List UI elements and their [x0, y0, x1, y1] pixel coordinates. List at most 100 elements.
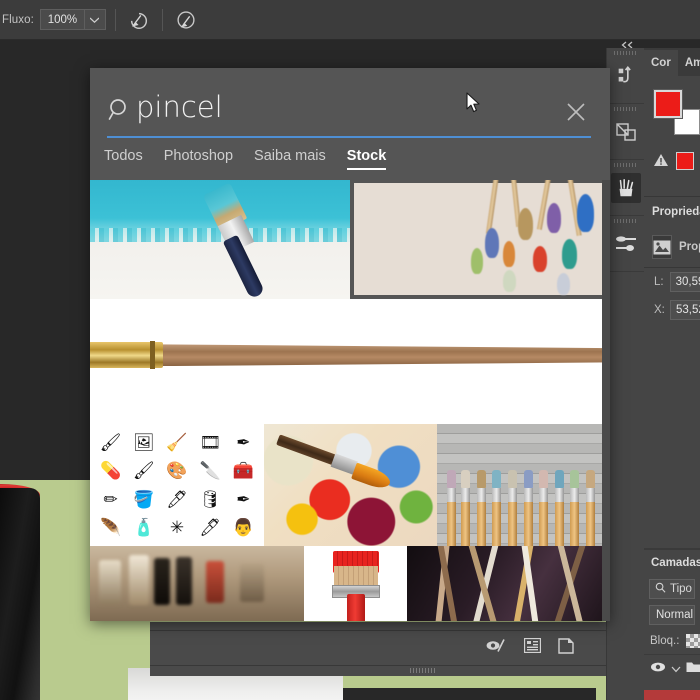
brush-tip — [532, 245, 547, 272]
panel-grip — [614, 107, 638, 111]
foreground-color-swatch[interactable] — [653, 89, 683, 119]
tab-todos[interactable]: Todos — [104, 148, 143, 170]
sidebar-item-layer-comps[interactable] — [607, 104, 645, 160]
icon-pen-2: ✒ — [236, 489, 251, 509]
eye-icon[interactable] — [650, 660, 666, 678]
property-row-x: X: 53,52 c — [644, 296, 700, 324]
gamut-substitute-swatch[interactable] — [676, 152, 694, 170]
flow-label: Fluxo: — [2, 13, 34, 26]
flow-input[interactable]: 100% — [39, 9, 84, 30]
brush-tip — [517, 207, 533, 240]
shelf-jar — [205, 561, 224, 603]
brush-bristles — [351, 462, 393, 492]
colorful-brush-tips-thumbnail[interactable] — [350, 180, 610, 299]
studio-shelf-thumbnail[interactable] — [90, 546, 304, 621]
property-input-x[interactable]: 53,52 c — [670, 300, 700, 320]
sidebar-item-brush-settings[interactable] — [607, 216, 645, 272]
layer-filter-select[interactable]: Tipo — [649, 579, 695, 599]
wood-brush — [507, 470, 517, 546]
property-label-l: L: — [654, 276, 664, 288]
table-row[interactable] — [644, 654, 700, 682]
lock-row: Bloq.: — [644, 628, 700, 654]
tab-photoshop[interactable]: Photoshop — [164, 148, 233, 170]
teal-paint-brush-thumbnail[interactable] — [90, 180, 350, 299]
shelf-jar — [98, 559, 121, 605]
sidebar-item-history[interactable] — [607, 48, 645, 104]
toggle-visibility-icon[interactable] — [485, 638, 507, 658]
grid-view-icon[interactable] — [523, 637, 542, 658]
wood-brush — [476, 470, 486, 546]
close-icon[interactable] — [558, 94, 594, 130]
vertical-scrollbar[interactable] — [602, 180, 610, 621]
paint-palette-thumbnail[interactable] — [264, 424, 437, 546]
brushes-icon — [611, 172, 641, 203]
property-input-l[interactable]: 30,59 c — [669, 272, 700, 292]
icon-palette: 🎨 — [166, 461, 188, 481]
results-row-4 — [90, 546, 610, 621]
sidebar-item-brushes[interactable] — [607, 160, 645, 216]
property-label-x: X: — [654, 304, 665, 316]
thumbnail-image — [264, 424, 437, 546]
airbrush-icon[interactable] — [125, 6, 153, 34]
icon-paint-can: 🛢 — [199, 489, 221, 509]
dark-brushes-thumbnail[interactable] — [407, 546, 610, 621]
smoothing-target-icon[interactable] — [172, 6, 200, 34]
blend-mode-select[interactable]: Normal — [649, 605, 695, 625]
wood-brush — [539, 470, 549, 546]
properties-subheader: Prop — [644, 227, 700, 267]
chevron-down-icon[interactable] — [83, 9, 106, 30]
icon-knife: 🔪 — [199, 461, 221, 481]
blend-mode-row: Normal — [644, 602, 700, 628]
doc-toolbar-frame — [150, 622, 606, 630]
new-page-icon[interactable] — [558, 637, 574, 659]
transparency-checker-icon[interactable] — [686, 634, 700, 648]
resize-grip[interactable] — [410, 668, 436, 673]
mouse-pointer-icon — [466, 92, 481, 119]
tab-amostras[interactable]: Am — [678, 50, 700, 76]
wood-brush — [447, 470, 457, 546]
icon-easel: 🎞 — [199, 432, 221, 452]
thumbnail-image — [354, 180, 602, 295]
tab-stock[interactable]: Stock — [346, 148, 386, 170]
brush-tip — [470, 247, 483, 274]
results-row-1 — [90, 180, 610, 299]
brush-icon-set-thumbnail[interactable]: 🖌 🖼 🧹 🎞 ✒ 💊 🖌 🎨 🔪 🧰 ✏ 🪣 🖊 🛢 ✒ 🪶 🧴 ✳ 🖊 👨 — [90, 424, 264, 546]
brush-tip — [562, 239, 578, 269]
gamut-warning-icon[interactable] — [653, 152, 669, 168]
color-panel-body — [644, 76, 700, 196]
lock-label: Bloq.: — [650, 635, 680, 647]
layers-tabbar: Camadas — [644, 548, 700, 576]
property-row-l: L: 30,59 c — [644, 268, 700, 296]
brush-ferrule-ring — [149, 341, 155, 370]
thumbnail-image — [90, 180, 350, 299]
red-brush-white-thumbnail[interactable] — [304, 546, 407, 621]
search-icon — [655, 582, 666, 596]
icon-paint-box: 🧰 — [232, 461, 254, 481]
search-input[interactable]: pincel — [136, 90, 223, 124]
icon-splat: ✳ — [169, 518, 185, 538]
tab-cor[interactable]: Cor — [644, 50, 678, 76]
icon-artist: 👨 — [232, 518, 254, 538]
layer-filter-label: Tipo — [670, 583, 692, 595]
brush-tip — [577, 194, 595, 233]
properties-subtitle: Prop — [679, 241, 700, 253]
icon-pen: ✒ — [236, 432, 251, 452]
icon-roller: 🧹 — [166, 432, 188, 452]
layer-thumbnail — [644, 690, 700, 700]
wide-brush-handle-thumbnail[interactable] — [90, 299, 610, 424]
color-panel-tabbar: Cor Am — [644, 48, 700, 76]
thumbnail-image — [90, 546, 304, 621]
panel-grip — [614, 219, 638, 223]
brush-tip — [502, 241, 515, 268]
brush-tip — [485, 227, 500, 258]
icon-framed-picture: 🖼 — [132, 432, 155, 452]
shelf-jar — [239, 564, 264, 602]
history-icon — [611, 61, 641, 91]
layer-filter-row: Tipo — [644, 576, 700, 602]
icon-bucket: 🪣 — [133, 489, 155, 509]
brushes-on-wood-thumbnail[interactable] — [437, 424, 610, 546]
thumbnail-image — [437, 424, 610, 546]
tab-saiba-mais[interactable]: Saiba mais — [254, 148, 326, 170]
tab-camadas[interactable]: Camadas — [644, 550, 700, 576]
chevron-down-icon[interactable] — [671, 660, 681, 678]
